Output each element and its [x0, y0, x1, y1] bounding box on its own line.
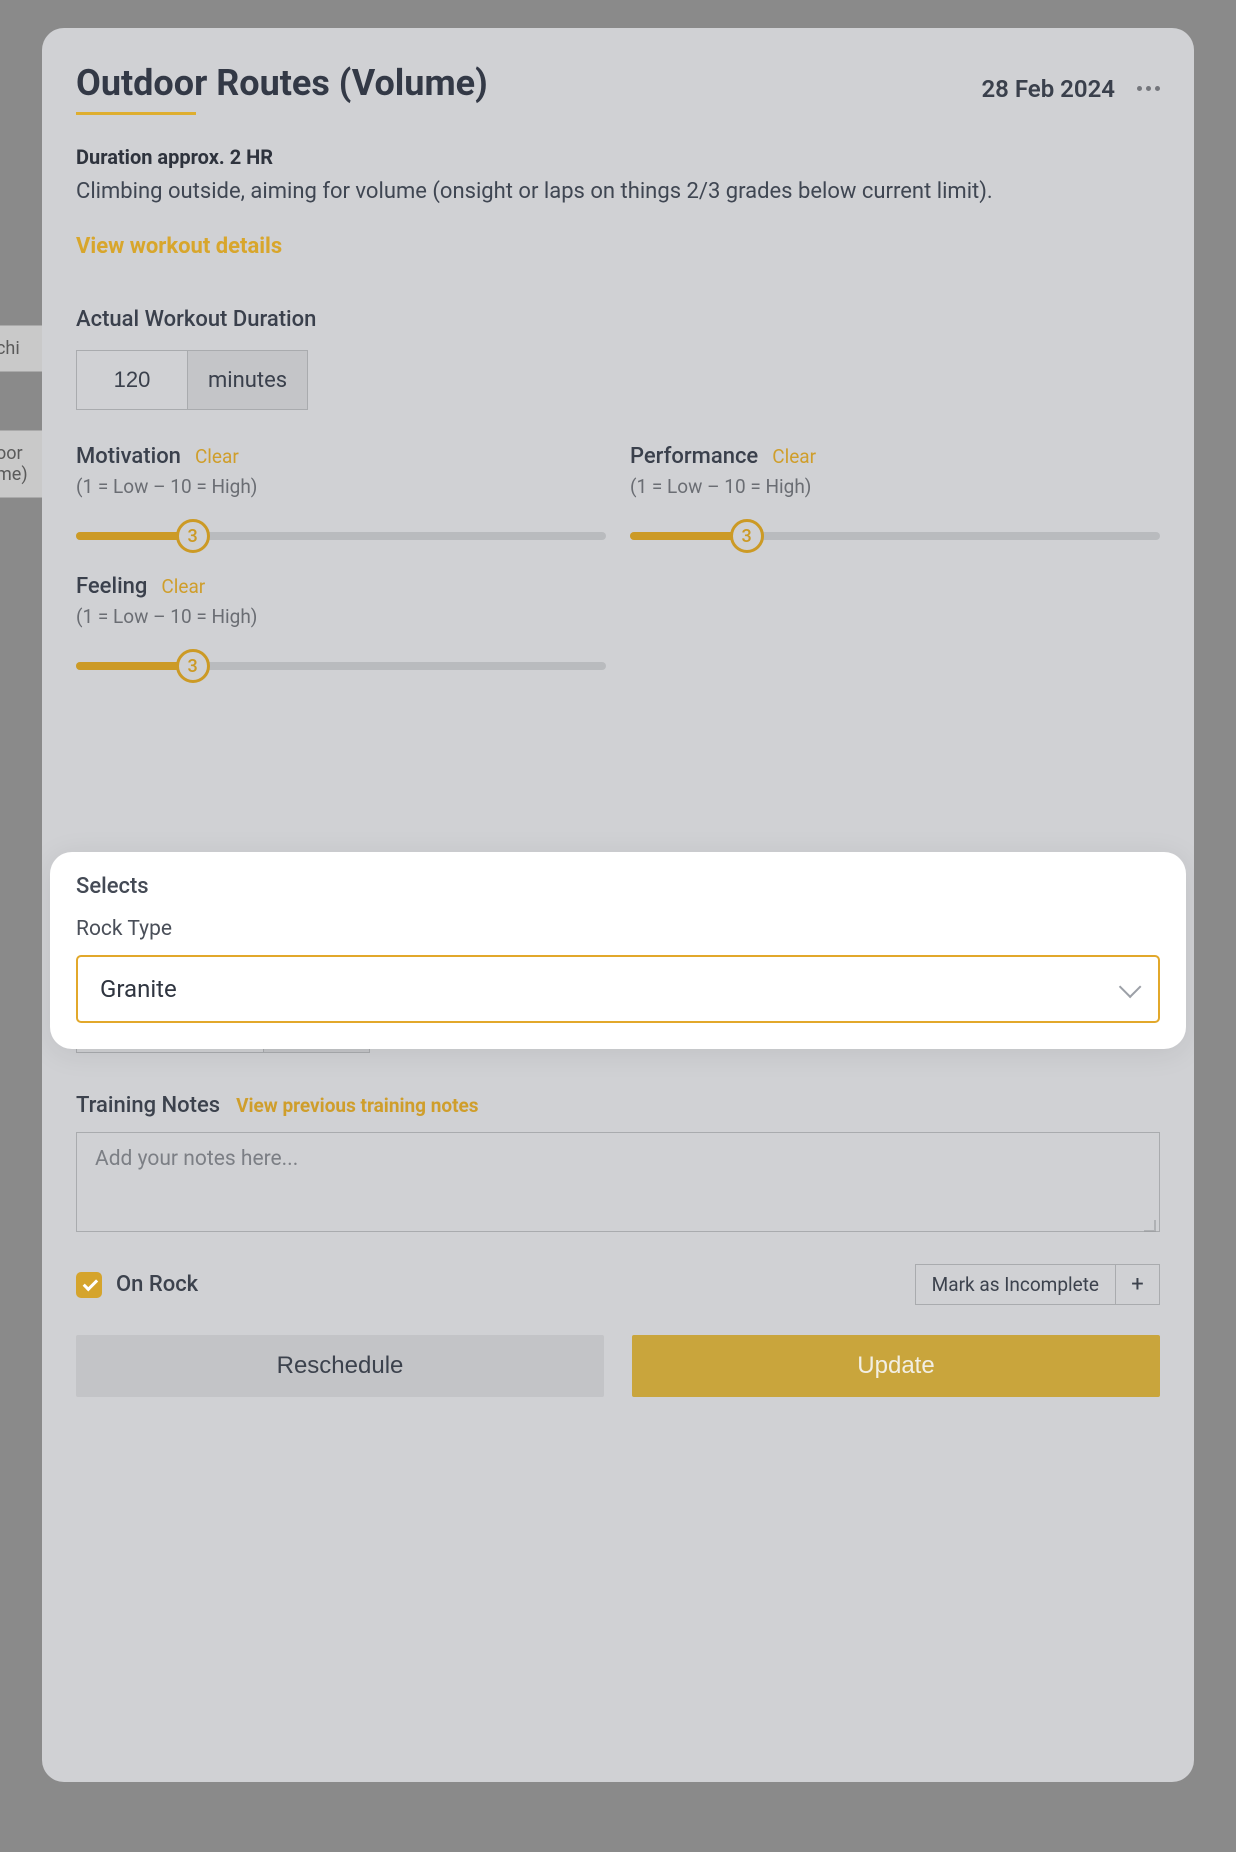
- workout-description: Climbing outside, aiming for volume (ons…: [76, 175, 1160, 208]
- actual-duration-input[interactable]: [76, 350, 188, 410]
- workout-date: 28 Feb 2024: [981, 75, 1115, 103]
- workout-modal: Outdoor Routes (Volume) 28 Feb 2024 Dura…: [42, 28, 1194, 1782]
- add-status-button[interactable]: +: [1116, 1264, 1160, 1305]
- motivation-clear[interactable]: Clear: [195, 445, 239, 468]
- selects-card: Selects Rock Type Granite: [50, 852, 1186, 1049]
- rock-type-value: Granite: [100, 975, 177, 1003]
- motivation-slider-thumb[interactable]: 3: [176, 519, 210, 553]
- checkmark-icon: [83, 1275, 99, 1291]
- rock-type-label: Rock Type: [76, 917, 1160, 941]
- update-button[interactable]: Update: [632, 1335, 1160, 1397]
- more-options-icon[interactable]: [1137, 86, 1160, 91]
- view-previous-notes-link[interactable]: View previous training notes: [236, 1094, 479, 1117]
- performance-label: Performance: [630, 444, 758, 469]
- feeling-scale-hint: (1 = Low – 10 = High): [76, 605, 606, 628]
- motivation-slider[interactable]: 3: [76, 532, 606, 540]
- modal-header-right: 28 Feb 2024: [981, 75, 1160, 103]
- mark-incomplete-button[interactable]: Mark as Incomplete: [915, 1264, 1116, 1305]
- chevron-down-icon: [1119, 976, 1142, 999]
- motivation-scale-hint: (1 = Low – 10 = High): [76, 475, 606, 498]
- modal-header: Outdoor Routes (Volume) 28 Feb 2024: [76, 62, 1160, 115]
- duration-summary: Duration approx. 2 HR: [76, 145, 1160, 169]
- actual-duration-unit: minutes: [188, 350, 308, 410]
- actual-duration-label: Actual Workout Duration: [76, 307, 1160, 332]
- performance-slider[interactable]: 3: [630, 532, 1160, 540]
- feeling-slider-thumb[interactable]: 3: [176, 649, 210, 683]
- rock-type-select[interactable]: Granite: [76, 955, 1160, 1023]
- feeling-clear[interactable]: Clear: [161, 575, 205, 598]
- feeling-label: Feeling: [76, 574, 147, 599]
- modal-title: Outdoor Routes (Volume): [76, 62, 196, 115]
- on-rock-checkbox[interactable]: [76, 1272, 102, 1298]
- feeling-slider[interactable]: 3: [76, 662, 606, 670]
- performance-scale-hint: (1 = Low – 10 = High): [630, 475, 1160, 498]
- feeling-block: Feeling Clear (1 = Low – 10 = High) 3: [76, 574, 606, 670]
- view-workout-details-link[interactable]: View workout details: [76, 234, 282, 259]
- training-notes-textarea[interactable]: [76, 1132, 1160, 1232]
- motivation-block: Motivation Clear (1 = Low – 10 = High) 3: [76, 444, 606, 540]
- performance-block: Performance Clear (1 = Low – 10 = High) …: [630, 444, 1160, 540]
- performance-slider-thumb[interactable]: 3: [730, 519, 764, 553]
- actual-duration-row: minutes: [76, 350, 1160, 410]
- on-rock-checkbox-row[interactable]: On Rock: [76, 1272, 198, 1298]
- motivation-label: Motivation: [76, 444, 181, 469]
- reschedule-button[interactable]: Reschedule: [76, 1335, 604, 1397]
- performance-clear[interactable]: Clear: [772, 445, 816, 468]
- training-notes-label: Training Notes: [76, 1093, 220, 1118]
- on-rock-label: On Rock: [116, 1272, 198, 1297]
- resize-handle-icon[interactable]: [1144, 1220, 1156, 1232]
- selects-section-label: Selects: [76, 874, 1160, 899]
